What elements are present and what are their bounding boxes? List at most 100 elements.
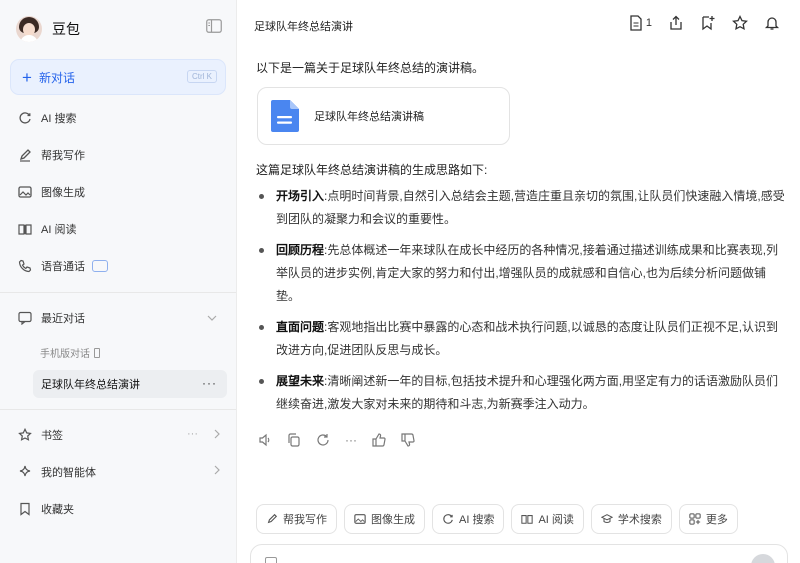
image-icon xyxy=(354,513,366,525)
doc-card-title: 足球队年终总结演讲稿 xyxy=(314,111,424,123)
message-intro: 以下是一篇关于足球队年终总结的演讲稿。 xyxy=(256,61,485,75)
divider xyxy=(0,409,236,410)
point-heading: 回顾历程 xyxy=(276,243,325,257)
document-count: 1 xyxy=(645,17,652,29)
chip-more[interactable]: 更多 xyxy=(678,504,738,534)
sidebar-item-writing[interactable]: 帮我写作 xyxy=(18,145,85,165)
sidebar: 豆包 + 新对话 Ctrl K AI 搜索 帮我写作 图像生成 AI 阅读 语音… xyxy=(0,0,237,563)
chip-ai-reading[interactable]: AI 阅读 xyxy=(511,504,584,534)
sidebar-item-label: 图像生成 xyxy=(41,187,85,199)
header-actions: 1 xyxy=(629,15,780,31)
message-lead: 这篇足球队年终总结演讲稿的生成思路如下: xyxy=(256,163,488,177)
sidebar-item-label: 收藏夹 xyxy=(41,504,74,516)
speaker-icon[interactable] xyxy=(258,433,272,447)
thumbs-up-icon[interactable] xyxy=(372,433,386,447)
mobile-chats-text: 手机版对话 xyxy=(40,349,90,360)
chevron-down-icon[interactable] xyxy=(206,312,218,324)
list-item: 展望未来:清晰阐述新一年的目标,包括技术提升和心理强化两方面,用坚定有力的话语激… xyxy=(256,370,786,416)
search-refresh-icon xyxy=(18,111,32,125)
document-card[interactable]: 足球队年终总结演讲稿 xyxy=(257,87,510,145)
copy-icon[interactable] xyxy=(287,433,301,447)
brand[interactable]: 豆包 xyxy=(16,14,80,44)
sidebar-item-label: AI 阅读 xyxy=(41,224,77,236)
thumbs-down-icon[interactable] xyxy=(401,433,415,447)
point-text: 点明时间背景,自然引入总结会主题,营造庄重且亲切的氛围,让队员们快速融入情境,感… xyxy=(276,189,785,226)
chip-label: AI 搜索 xyxy=(459,514,495,526)
bookmarks-controls: ··· xyxy=(187,428,222,440)
list-item: 开场引入:点明时间背景,自然引入总结会主题,营造庄重且亲切的氛围,让队员们快速融… xyxy=(256,185,786,231)
point-text: 先总体概述一年来球队在成长中经历的各种情况,接着通过描述训练成果和比赛表现,列举… xyxy=(276,243,779,303)
chip-ai-search[interactable]: AI 搜索 xyxy=(432,504,505,534)
sidebar-item-bookmarks[interactable]: 书签 xyxy=(18,425,63,445)
new-feature-badge-icon xyxy=(92,260,108,272)
book-icon xyxy=(521,513,534,525)
recent-chat-item-active[interactable]: 足球队年终总结演讲 ··· xyxy=(33,370,227,398)
chip-label: 学术搜索 xyxy=(617,514,662,526)
summary-points: 开场引入:点明时间背景,自然引入总结会主题,营造庄重且亲切的氛围,让队员们快速融… xyxy=(256,185,786,424)
chip-writing[interactable]: 帮我写作 xyxy=(256,504,337,534)
chip-label: AI 阅读 xyxy=(538,514,574,526)
recent-chats-label: 最近对话 xyxy=(41,313,85,325)
send-button[interactable] xyxy=(751,554,775,563)
documents-button[interactable]: 1 xyxy=(629,15,652,31)
new-chat-button[interactable]: + 新对话 Ctrl K xyxy=(10,59,226,95)
chip-label: 帮我写作 xyxy=(283,514,327,526)
sidebar-item-label: 帮我写作 xyxy=(41,150,85,162)
chat-bubble-icon xyxy=(18,311,32,325)
app-name: 豆包 xyxy=(52,21,80,37)
chip-label: 图像生成 xyxy=(371,514,415,526)
sidebar-item-ai-search[interactable]: AI 搜索 xyxy=(18,108,76,128)
recent-chats-header[interactable]: 最近对话 xyxy=(18,308,218,328)
message-input[interactable] xyxy=(250,544,788,563)
chevron-right-icon[interactable] xyxy=(212,465,222,475)
chevron-right-icon[interactable] xyxy=(212,429,222,439)
pen-icon xyxy=(18,148,32,162)
attachment-icon[interactable] xyxy=(265,557,277,563)
sidebar-item-label: 语音通话 xyxy=(41,261,85,273)
sparkle-icon xyxy=(18,465,32,479)
regenerate-icon[interactable] xyxy=(316,433,330,447)
chat-title: 足球队年终总结演讲 xyxy=(254,21,353,33)
chip-academic-search[interactable]: 学术搜索 xyxy=(590,504,672,534)
sidebar-toggle-icon[interactable] xyxy=(206,19,222,33)
bookmark-icon xyxy=(18,502,32,516)
doc-file-icon xyxy=(270,99,300,133)
chat-header: 足球队年终总结演讲 1 xyxy=(237,0,800,50)
book-icon xyxy=(18,222,32,236)
sidebar-item-image-gen[interactable]: 图像生成 xyxy=(18,182,85,202)
message-actions: ··· xyxy=(258,433,415,447)
more-options-icon[interactable]: ··· xyxy=(202,376,217,390)
sidebar-item-label: 我的智能体 xyxy=(41,467,96,479)
my-agents-controls xyxy=(212,465,222,475)
point-text: 清晰阐述新一年的目标,包括技术提升和心理强化两方面,用坚定有力的话语激励队员们继… xyxy=(276,374,779,411)
share-icon[interactable] xyxy=(668,15,684,31)
shortcut-hint: Ctrl K xyxy=(187,70,217,83)
sidebar-item-label: AI 搜索 xyxy=(41,113,77,125)
add-bookmark-icon[interactable] xyxy=(700,15,716,31)
sidebar-item-ai-reading[interactable]: AI 阅读 xyxy=(18,219,76,239)
sidebar-item-favorites[interactable]: 收藏夹 xyxy=(18,499,74,519)
plus-icon: + xyxy=(22,67,32,87)
star-icon[interactable] xyxy=(732,15,748,31)
sidebar-item-label: 书签 xyxy=(41,430,63,442)
recent-chat-title: 足球队年终总结演讲 xyxy=(41,379,140,391)
mobile-chats-label: 手机版对话 xyxy=(40,345,100,360)
list-item: 回顾历程:先总体概述一年来球队在成长中经历的各种情况,接着通过描述训练成果和比赛… xyxy=(256,239,786,308)
point-text: 客观地指出比赛中暴露的心态和战术执行问题,以诚恳的态度让队员们正视不足,认识到改… xyxy=(276,320,779,357)
suggestion-chips: 帮我写作 图像生成 AI 搜索 AI 阅读 学术搜索 更多 xyxy=(256,504,738,534)
point-heading: 开场引入 xyxy=(276,189,325,203)
academic-icon xyxy=(600,513,613,525)
point-heading: 展望未来 xyxy=(276,374,325,388)
sidebar-item-my-agents[interactable]: 我的智能体 xyxy=(18,462,96,482)
more-dots[interactable]: ··· xyxy=(187,428,198,440)
mobile-device-icon xyxy=(94,347,100,358)
new-chat-label: 新对话 xyxy=(38,70,75,85)
search-refresh-icon xyxy=(442,513,454,525)
bell-icon[interactable] xyxy=(764,15,780,31)
sidebar-item-voice-call[interactable]: 语音通话 xyxy=(18,256,108,276)
chip-image-gen[interactable]: 图像生成 xyxy=(344,504,425,534)
divider xyxy=(0,292,236,293)
list-item: 直面问题:客观地指出比赛中暴露的心态和战术执行问题,以诚恳的态度让队员们正视不足… xyxy=(256,316,786,362)
pen-icon xyxy=(266,513,278,525)
more-actions[interactable]: ··· xyxy=(345,433,357,447)
